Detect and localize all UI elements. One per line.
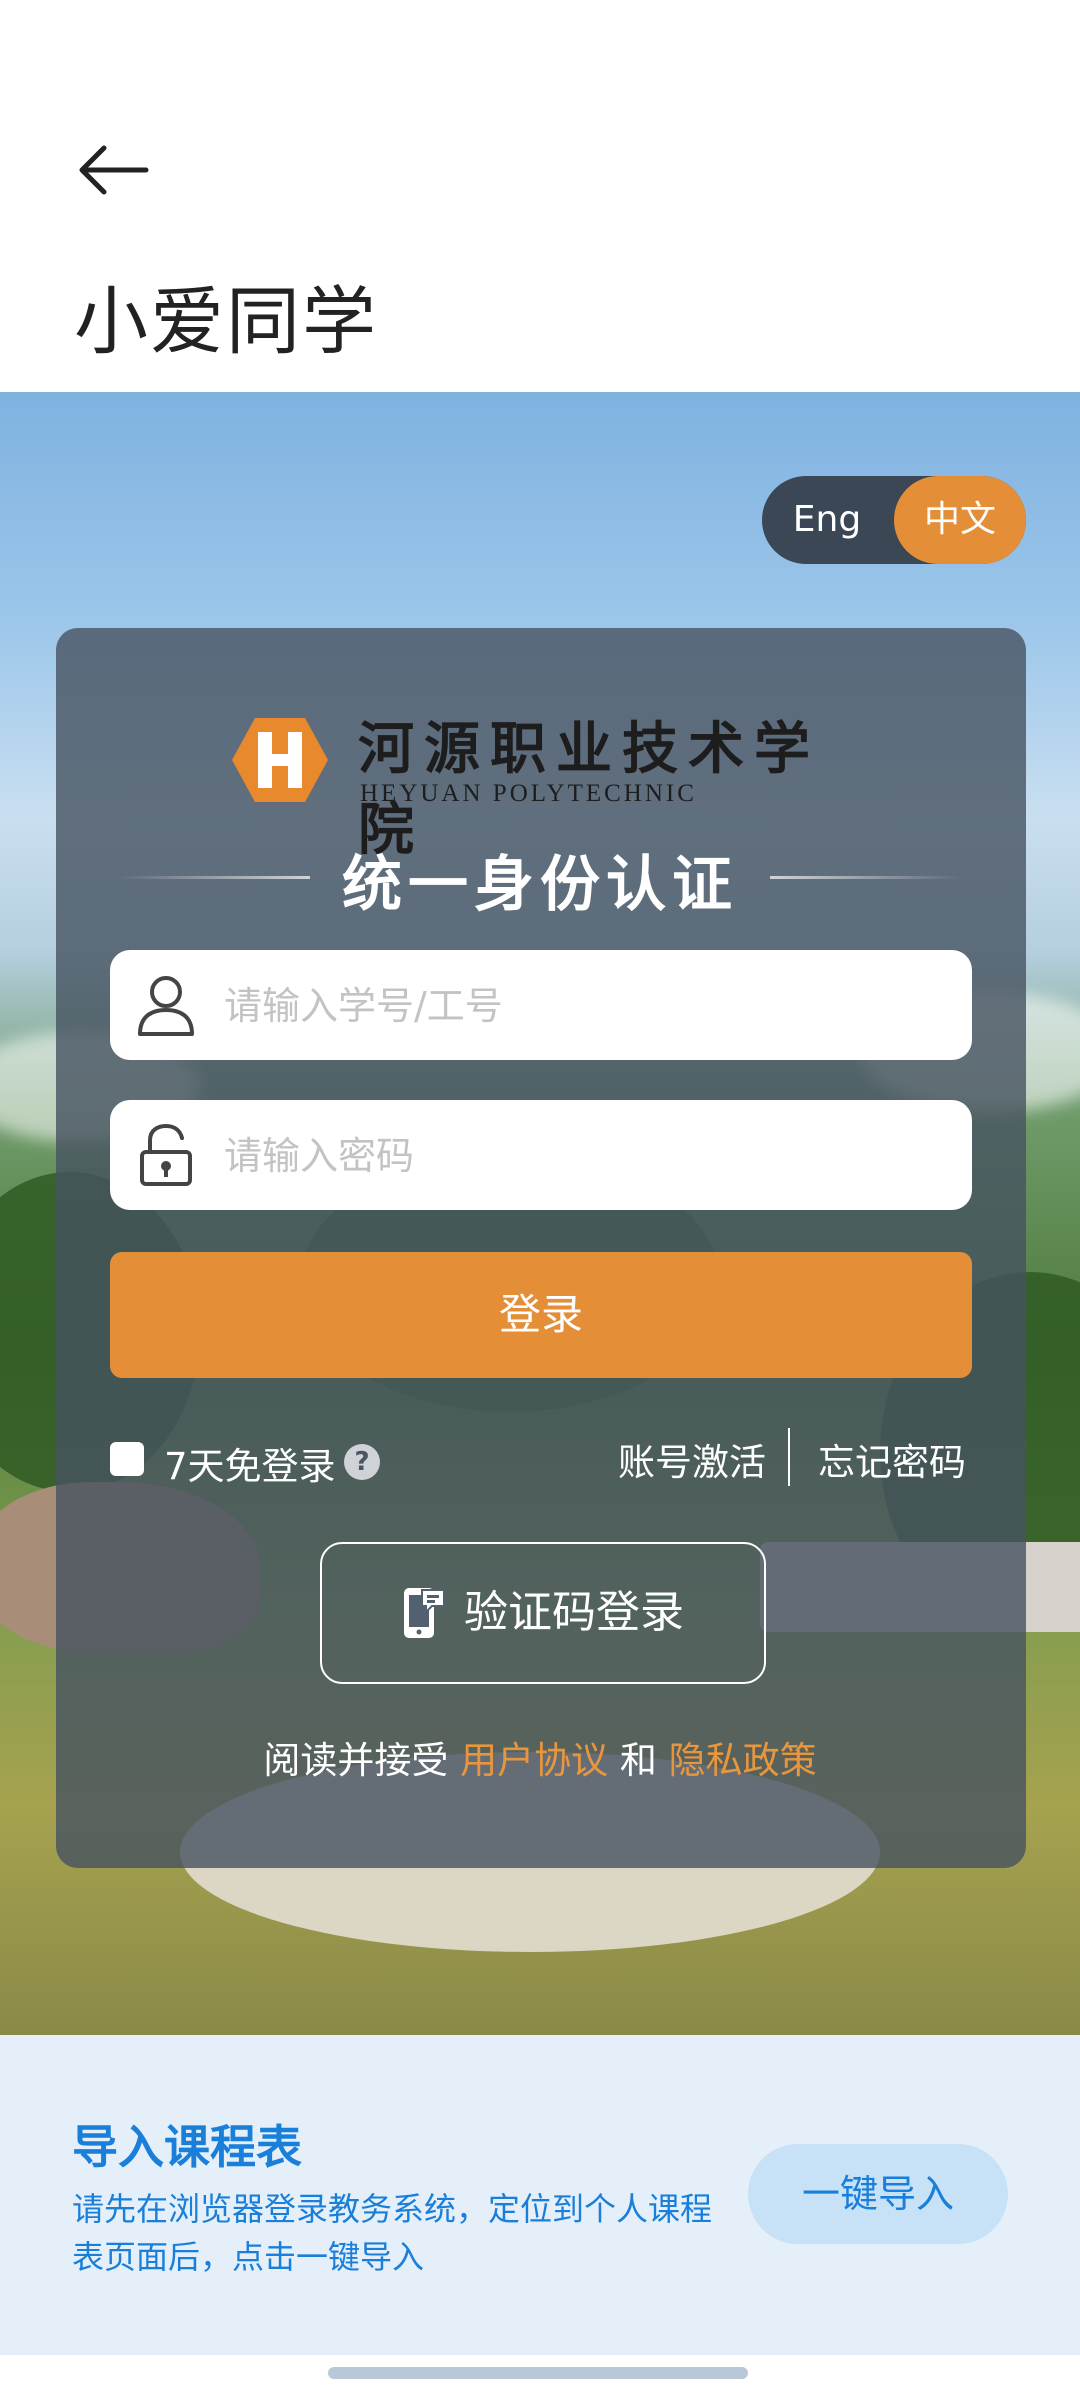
language-toggle[interactable]: Eng 中文 (762, 476, 1026, 564)
password-field[interactable] (110, 1100, 972, 1212)
username-input[interactable] (222, 950, 946, 1062)
remember-checkbox[interactable] (110, 1442, 144, 1476)
forgot-password-link[interactable]: 忘记密码 (818, 1432, 966, 1486)
login-button[interactable]: 登录 (110, 1252, 972, 1378)
agreement-prefix: 阅读并接受 (263, 1739, 449, 1782)
lang-option-chinese[interactable]: 中文 (894, 476, 1026, 564)
lang-option-english[interactable]: Eng (762, 476, 892, 564)
sms-login-button[interactable]: 验证码登录 (320, 1542, 766, 1684)
link-divider (788, 1428, 790, 1486)
top-header: 小爱同学 (0, 0, 1080, 392)
import-description: 请先在浏览器登录教务系统，定位到个人课程表页面后，点击一键导入 (72, 2190, 713, 2276)
activate-account-link[interactable]: 账号激活 (618, 1432, 766, 1486)
password-input[interactable] (222, 1100, 946, 1212)
phone-message-icon (404, 1588, 445, 1638)
import-title: 导入课程表 (72, 2120, 302, 2174)
user-icon (138, 976, 194, 1036)
back-arrow-icon[interactable] (72, 140, 152, 200)
sms-login-label: 验证码登录 (464, 1587, 684, 1638)
agreement-and: 和 (619, 1739, 657, 1782)
auth-heading: 统一身份认证 (120, 836, 960, 920)
one-click-import-button[interactable]: 一键导入 (748, 2144, 1008, 2244)
help-icon[interactable]: ? (344, 1444, 380, 1480)
page-title: 小爱同学 (74, 279, 378, 365)
agreement-text: 阅读并接受 用户协议 和 隐私政策 (0, 1730, 1080, 1784)
remember-label: 7天免登录 (164, 1445, 336, 1488)
privacy-policy-link[interactable]: 隐私政策 (669, 1739, 817, 1782)
school-name-english: HEYUAN POLYTECHNIC (360, 780, 697, 807)
school-logo: 河源职业技术学院 HEYUAN POLYTECHNIC (230, 710, 850, 863)
lock-icon (140, 1123, 192, 1186)
import-schedule-panel: 导入课程表 请先在浏览器登录教务系统，定位到个人课程表页面后，点击一键导入 一键… (0, 2035, 1080, 2355)
school-emblem-icon (232, 718, 328, 802)
user-agreement-link[interactable]: 用户协议 (460, 1739, 608, 1782)
auth-heading-text: 统一身份认证 (342, 850, 738, 920)
username-field[interactable] (110, 950, 972, 1062)
home-indicator[interactable] (328, 2367, 748, 2379)
